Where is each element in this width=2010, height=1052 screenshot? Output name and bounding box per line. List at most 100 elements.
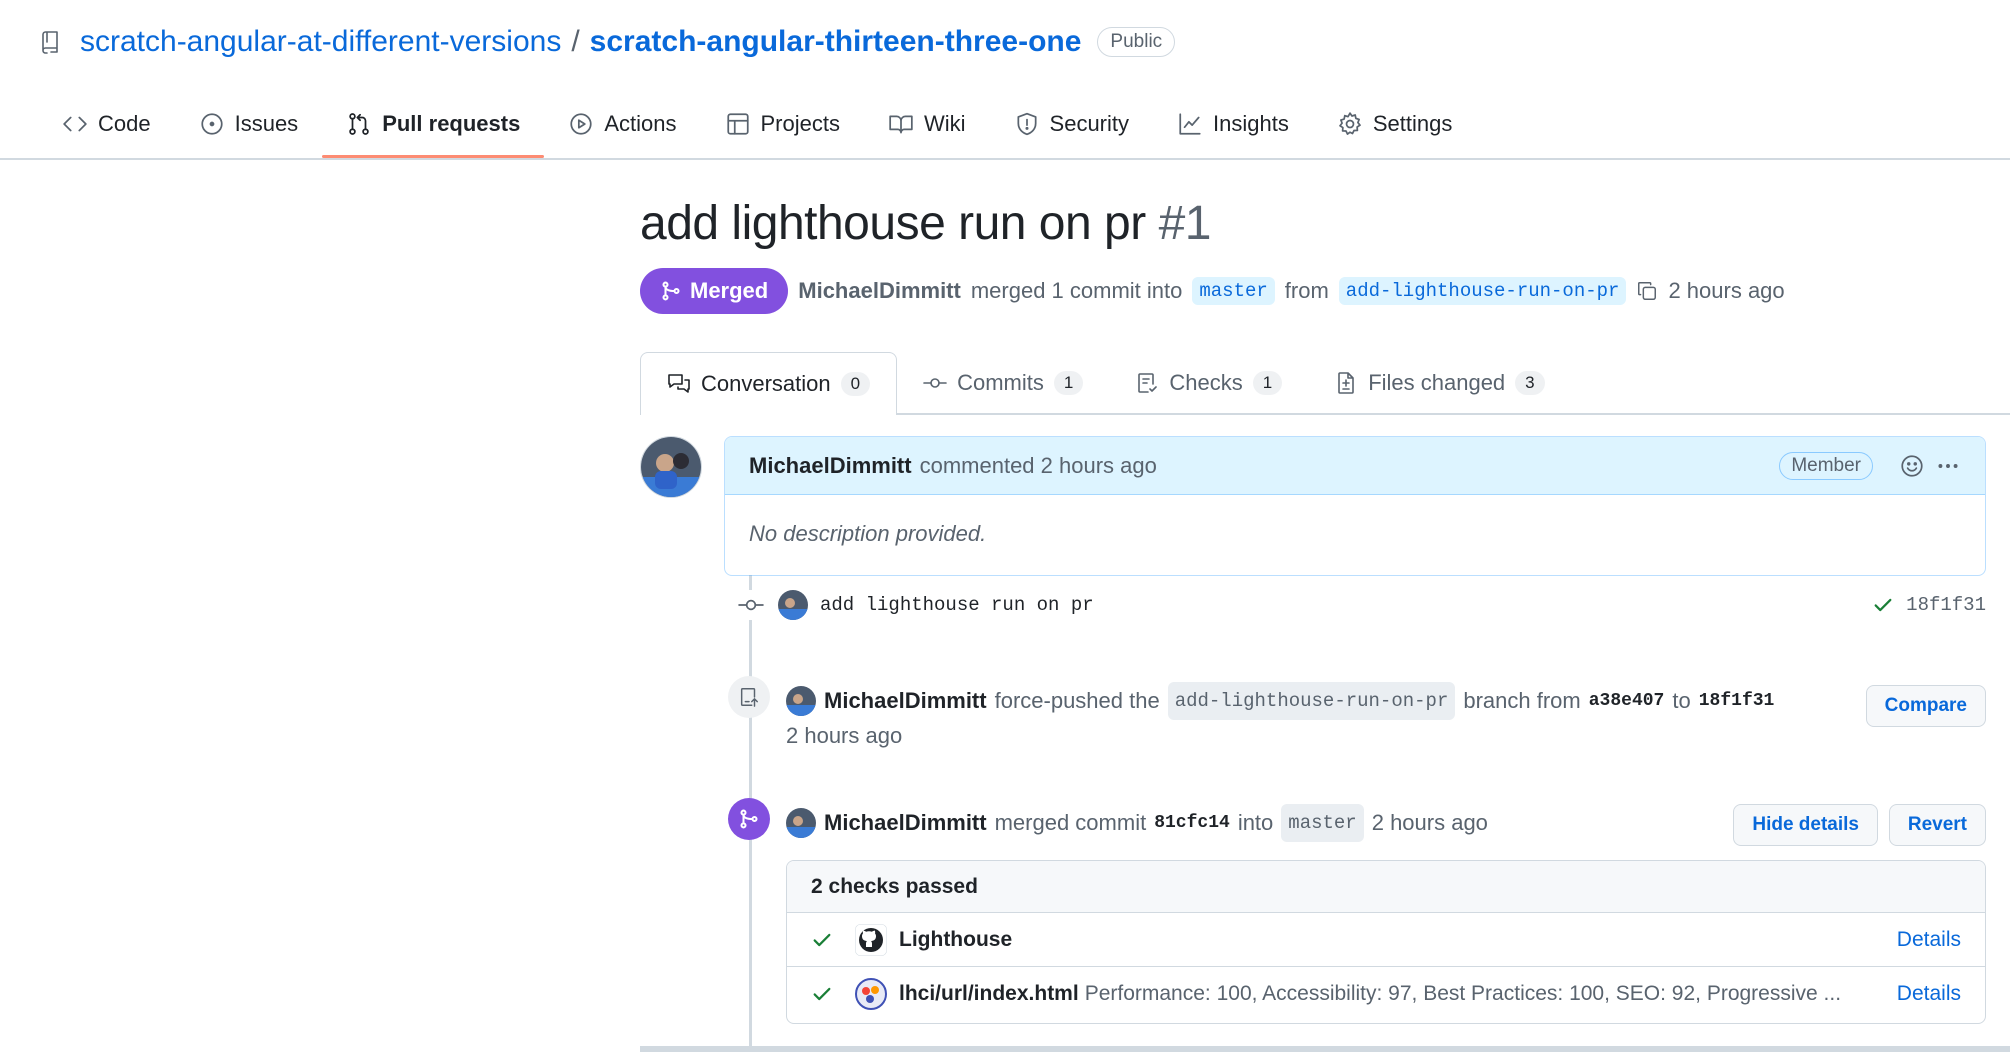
pr-author-link[interactable]: MichaelDimmitt — [798, 278, 961, 304]
avatar[interactable] — [640, 436, 702, 498]
event-text: into — [1237, 810, 1274, 835]
tab-projects[interactable]: Projects — [701, 90, 864, 158]
play-icon — [570, 113, 592, 135]
tab-code[interactable]: Code — [38, 90, 175, 158]
from-sha-link[interactable]: a38e407 — [1589, 685, 1665, 717]
tab-counter: 0 — [840, 372, 871, 396]
role-badge: Member — [1779, 451, 1873, 480]
tab-security[interactable]: Security — [990, 90, 1153, 158]
event-text: merged commit — [994, 810, 1147, 835]
comment-discussion-icon — [668, 374, 690, 393]
revert-button[interactable]: Revert — [1888, 804, 1986, 846]
avatar[interactable] — [786, 686, 816, 716]
tab-label: Actions — [604, 111, 677, 136]
commit-icon — [738, 599, 764, 611]
repo-owner-link[interactable]: scratch-angular-at-different-versions — [80, 25, 561, 59]
pull-request-icon — [349, 113, 369, 135]
tab-files-changed[interactable]: Files changed 3 — [1308, 352, 1570, 414]
tab-pull-requests[interactable]: Pull requests — [322, 90, 545, 158]
tab-wiki[interactable]: Wiki — [864, 90, 990, 158]
check-icon[interactable] — [1872, 594, 1894, 616]
check-name: lhci/url/index.html — [899, 982, 1079, 1005]
head-branch[interactable]: add-lighthouse-run-on-pr — [1338, 277, 1627, 305]
gear-icon — [1339, 112, 1361, 135]
avatar[interactable] — [786, 808, 816, 838]
tab-label: Settings — [1372, 111, 1453, 136]
details-link[interactable]: Details — [1897, 982, 1961, 1006]
repo-separator: / — [571, 25, 580, 58]
tab-counter: 1 — [1053, 371, 1084, 395]
tab-conversation[interactable]: Conversation 0 — [640, 352, 898, 415]
tab-actions[interactable]: Actions — [544, 90, 700, 158]
tab-settings[interactable]: Settings — [1313, 90, 1477, 158]
check-icon — [813, 933, 831, 946]
comment-body: No description provided. — [749, 521, 987, 546]
commit-icon — [923, 378, 947, 388]
kebab-horizontal-icon[interactable] — [1935, 453, 1961, 479]
tab-checks[interactable]: Checks 1 — [1109, 352, 1308, 414]
table-icon — [726, 113, 749, 135]
tab-label: Commits — [957, 370, 1044, 395]
avatar[interactable] — [778, 590, 808, 620]
hide-details-button[interactable]: Hide details — [1733, 804, 1878, 846]
tab-label: Insights — [1213, 111, 1289, 136]
smiley-icon[interactable] — [1899, 453, 1925, 479]
pr-title-text: add lighthouse run on pr — [640, 197, 1146, 250]
commit-node — [736, 590, 766, 620]
event-time: 2 hours ago — [786, 723, 903, 748]
compare-button[interactable]: Compare — [1865, 685, 1986, 727]
check-icon — [813, 987, 831, 1001]
tab-label: Issues — [234, 111, 299, 136]
pr-meta: Merged MichaelDimmitt merged 1 commit in… — [640, 268, 1785, 314]
event-branch[interactable]: master — [1281, 804, 1364, 842]
lighthouse-ci-icon — [855, 978, 887, 1010]
check-row: Lighthouse Details — [787, 913, 1985, 967]
merge-text: MichaelDimmitt merged commit 81cfc14 int… — [786, 804, 1726, 842]
book-icon — [889, 115, 913, 134]
merge-event: MichaelDimmitt merged commit 81cfc14 int… — [728, 798, 1986, 848]
event-author-link[interactable]: MichaelDimmitt — [824, 807, 987, 839]
event-text: force-pushed the — [994, 688, 1160, 713]
check-row: lhci/url/index.html Performance: 100, Ac… — [787, 967, 1985, 1021]
checks-box: 2 checks passed Lighthouse Details lhci/… — [786, 860, 1986, 1024]
graph-icon — [1179, 113, 1201, 135]
tab-label: Files changed — [1368, 370, 1506, 395]
nav-divider — [0, 158, 2010, 160]
commit-sha-link[interactable]: 18f1f31 — [1906, 594, 1986, 616]
to-sha-link[interactable]: 18f1f31 — [1699, 685, 1775, 717]
check-name: Lighthouse — [899, 927, 1013, 951]
commit-message-link[interactable]: add lighthouse run on pr — [820, 594, 1094, 616]
pr-number: #1 — [1158, 197, 1212, 250]
commit-row: add lighthouse run on pr 18f1f31 — [736, 588, 1986, 622]
base-branch[interactable]: master — [1192, 277, 1275, 305]
file-diff-icon — [1338, 372, 1354, 394]
copy-icon[interactable] — [1636, 280, 1658, 302]
pr-title: add lighthouse run on pr #1 — [640, 196, 1211, 251]
force-push-text: MichaelDimmitt force-pushed the add-ligh… — [786, 682, 1846, 752]
event-branch[interactable]: add-lighthouse-run-on-pr — [1167, 682, 1456, 720]
tab-label: Security — [1049, 111, 1130, 136]
event-text: to — [1672, 688, 1691, 713]
merge-icon — [740, 809, 758, 829]
tab-issues[interactable]: Issues — [175, 90, 323, 158]
repo-name-link[interactable]: scratch-angular-thirteen-three-one — [590, 25, 1082, 59]
state-badge: Merged — [640, 268, 789, 314]
event-author-link[interactable]: MichaelDimmitt — [824, 685, 987, 717]
merge-sha-link[interactable]: 81cfc14 — [1154, 807, 1230, 839]
details-link[interactable]: Details — [1897, 928, 1961, 952]
tab-commits[interactable]: Commits 1 — [897, 352, 1109, 414]
comment-author-link[interactable]: MichaelDimmitt — [749, 453, 912, 479]
comment-header: MichaelDimmitt commented 2 hours ago Mem… — [725, 437, 1985, 495]
tab-label: Wiki — [923, 111, 966, 136]
visibility-badge: Public — [1097, 27, 1176, 57]
tab-counter: 1 — [1252, 371, 1283, 395]
repo-header: scratch-angular-at-different-versions / … — [38, 20, 1176, 64]
github-app-icon — [855, 923, 887, 956]
comment-box: MichaelDimmitt commented 2 hours ago Mem… — [724, 436, 1986, 576]
pr-meta-from: from — [1284, 278, 1329, 303]
tab-label: Conversation — [701, 371, 831, 396]
tab-counter: 3 — [1515, 371, 1545, 395]
code-icon — [63, 116, 87, 132]
shield-icon — [1016, 112, 1037, 136]
tab-insights[interactable]: Insights — [1153, 90, 1313, 158]
